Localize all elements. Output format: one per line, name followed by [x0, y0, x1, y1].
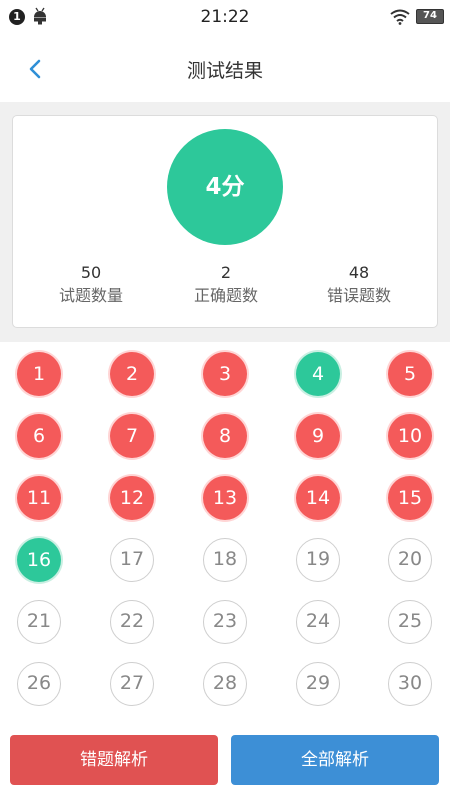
question-grid: 1 2 3 4 5 6 7 8 9 10 11 12 13 14 15 16 17 18 19 20 21 22 23 24 2…	[0, 342, 450, 722]
question-22-button[interactable]: 22	[110, 600, 154, 644]
page-title: 测试结果	[186, 60, 263, 82]
question-8-button[interactable]: 8	[203, 414, 247, 458]
question-29-button[interactable]: 29	[296, 662, 340, 706]
question-14-button[interactable]: 14	[296, 476, 340, 520]
stat-correct-label: 正确题数	[193, 286, 258, 305]
question-5-button[interactable]: 5	[388, 352, 432, 396]
question-11-button[interactable]: 11	[17, 476, 61, 520]
result-content: 4分 50 试题数量 2 正确题数 48 错误题数 1 2 3 4 5 6 7 8 9 10 11 1…	[0, 102, 450, 722]
question-30-button[interactable]: 30	[388, 662, 432, 706]
question-25-button[interactable]: 25	[388, 600, 432, 644]
question-16-button[interactable]: 16	[17, 538, 61, 582]
battery-icon: 74	[416, 9, 444, 24]
score-circle: 4分	[167, 129, 283, 245]
question-1-button[interactable]: 1	[17, 352, 61, 396]
question-23-button[interactable]: 23	[203, 600, 247, 644]
stat-correct-value: 2	[220, 263, 232, 282]
wrong-analysis-button[interactable]: 错题解析	[10, 735, 218, 785]
question-21-button[interactable]: 21	[17, 600, 61, 644]
question-13-button[interactable]: 13	[203, 476, 247, 520]
stat-correct: 2 正确题数	[155, 262, 297, 308]
question-19-button[interactable]: 19	[296, 538, 340, 582]
stat-wrong-label: 错误题数	[326, 286, 391, 305]
status-time: 21:22	[200, 7, 250, 27]
stat-wrong: 48 错误题数	[288, 262, 430, 308]
status-bar: 1 21:22 74	[0, 0, 450, 34]
question-17-button[interactable]: 17	[110, 538, 154, 582]
all-analysis-button[interactable]: 全部解析	[231, 735, 439, 785]
question-3-button[interactable]: 3	[203, 352, 247, 396]
question-27-button[interactable]: 27	[110, 662, 154, 706]
question-15-button[interactable]: 15	[388, 476, 432, 520]
wifi-icon	[390, 9, 410, 25]
question-9-button[interactable]: 9	[296, 414, 340, 458]
question-7-button[interactable]: 7	[110, 414, 154, 458]
stat-total-value: 50	[80, 263, 102, 282]
question-4-button[interactable]: 4	[296, 352, 340, 396]
question-20-button[interactable]: 20	[388, 538, 432, 582]
stat-total-label: 试题数量	[58, 286, 123, 305]
stat-wrong-value: 48	[348, 263, 370, 282]
question-12-button[interactable]: 12	[110, 476, 154, 520]
question-28-button[interactable]: 28	[203, 662, 247, 706]
question-10-button[interactable]: 10	[388, 414, 432, 458]
stat-total: 50 试题数量	[20, 262, 162, 308]
question-2-button[interactable]: 2	[110, 352, 154, 396]
question-6-button[interactable]: 6	[17, 414, 61, 458]
question-24-button[interactable]: 24	[296, 600, 340, 644]
score-card: 4分 50 试题数量 2 正确题数 48 错误题数	[12, 115, 438, 328]
question-26-button[interactable]: 26	[17, 662, 61, 706]
question-18-button[interactable]: 18	[203, 538, 247, 582]
nav-bar: 测试结果	[0, 34, 450, 102]
bottom-actions: 错题解析 全部解析	[0, 722, 450, 800]
